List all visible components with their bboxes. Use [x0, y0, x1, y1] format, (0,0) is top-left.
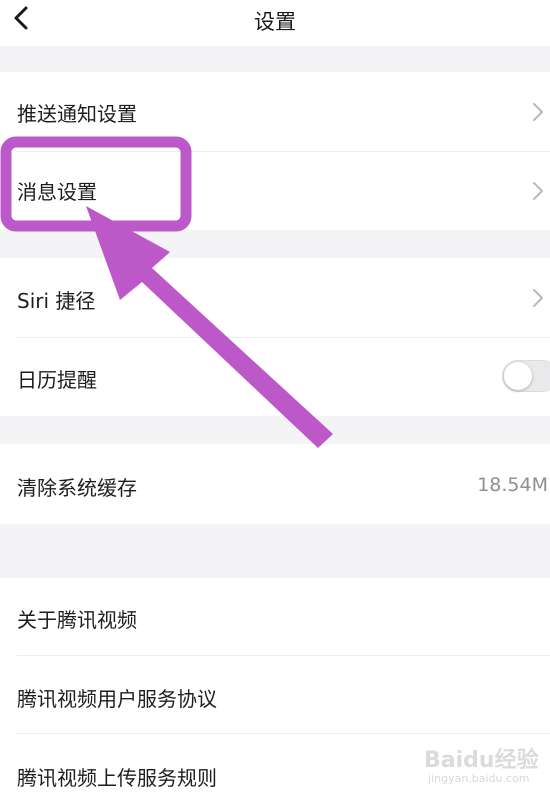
message-settings-label: 消息设置 — [17, 180, 97, 204]
calendar-reminder-item: 日历提醒 — [0, 338, 550, 416]
toggle-knob — [504, 362, 532, 390]
watermark-brand: Baidu经验 — [424, 748, 539, 773]
siri-shortcuts-item[interactable]: Siri 捷径 — [0, 258, 550, 338]
user-agreement-item[interactable]: 腾讯视频用户服务协议 — [0, 656, 550, 734]
clear-cache-item[interactable]: 清除系统缓存 18.54M — [0, 444, 550, 524]
baidu-jingyan-watermark: Baidu经验 jingyan.baidu.com — [424, 742, 548, 794]
chevron-right-icon — [533, 103, 543, 121]
about-tencent-video-item[interactable]: 关于腾讯视频 — [0, 578, 550, 656]
chevron-right-icon — [533, 182, 543, 200]
calendar-reminder-toggle[interactable] — [502, 360, 550, 392]
cache-size-value: 18.54M — [477, 474, 548, 496]
calendar-reminder-label: 日历提醒 — [17, 368, 97, 392]
about-tencent-video-label: 关于腾讯视频 — [17, 608, 137, 632]
message-settings-item[interactable]: 消息设置 — [0, 152, 550, 230]
settings-screen: 设置 推送通知设置 消息设置 Siri 捷径 日历提醒 清除系统缓存 18.54… — [0, 0, 550, 800]
page-title: 设置 — [254, 10, 296, 34]
user-agreement-label: 腾讯视频用户服务协议 — [17, 687, 217, 711]
push-notification-settings-label: 推送通知设置 — [17, 102, 137, 126]
upload-rules-label: 腾讯视频上传服务规则 — [17, 766, 217, 790]
watermark-url: jingyan.baidu.com — [428, 772, 530, 785]
nav-bar: 设置 — [0, 0, 550, 46]
chevron-right-icon — [533, 289, 543, 307]
siri-shortcuts-label: Siri 捷径 — [17, 289, 96, 313]
push-notification-settings-item[interactable]: 推送通知设置 — [0, 72, 550, 152]
clear-cache-label: 清除系统缓存 — [17, 476, 137, 500]
